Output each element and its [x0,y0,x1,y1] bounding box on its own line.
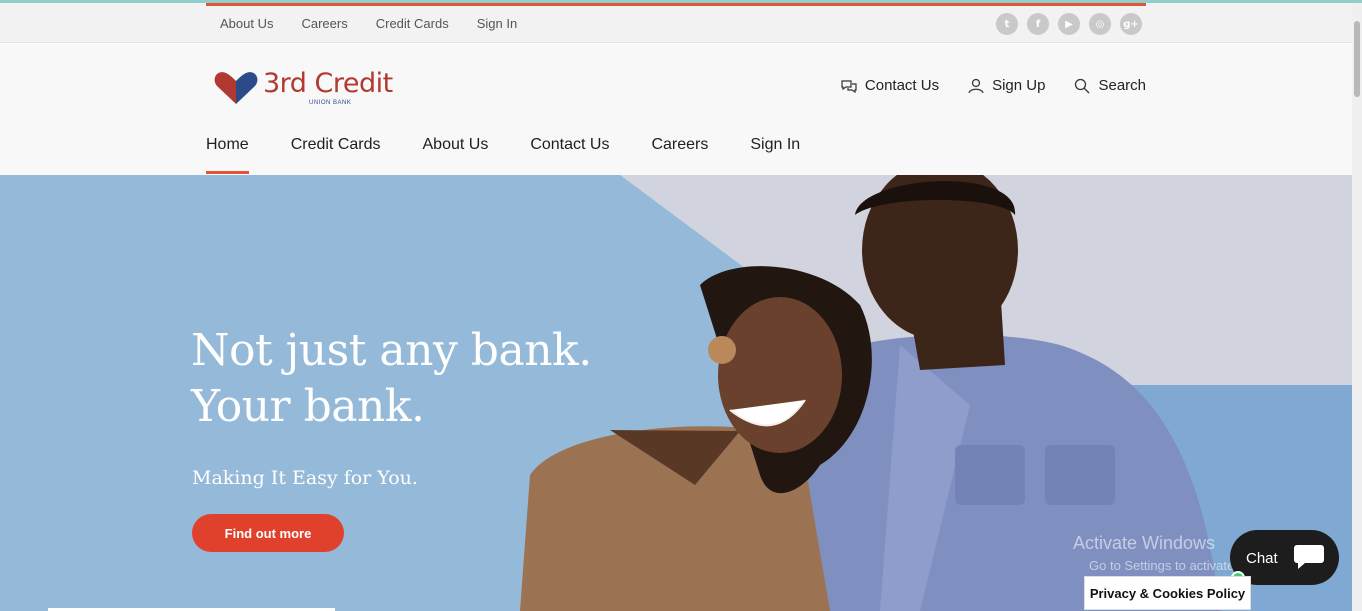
user-icon [968,78,984,93]
google-plus-icon[interactable]: g+ [1120,13,1142,35]
heart-logo-icon [214,72,258,104]
main-nav: Home Credit Cards About Us Contact Us Ca… [206,136,842,174]
activate-windows-title: Activate Windows [1073,533,1216,553]
find-out-more-button[interactable]: Find out more [192,514,344,552]
contact-us-action[interactable]: Contact Us [841,77,939,94]
nav-item-sign-in[interactable]: Sign In [750,136,800,174]
utility-links: About Us Careers Credit Cards Sign In [206,15,531,33]
utility-link-credit-cards[interactable]: Credit Cards [362,15,463,33]
contact-us-label: Contact Us [864,77,940,94]
logo-wordmark: 3rd Credit [263,68,393,99]
utility-bar: About Us Careers Credit Cards Sign In t … [0,3,1352,43]
utility-link-careers[interactable]: Careers [287,15,361,33]
search-action[interactable]: Search [1074,77,1146,94]
nav-item-credit-cards[interactable]: Credit Cards [291,136,381,174]
utility-link-sign-in[interactable]: Sign In [463,15,531,33]
instagram-icon[interactable]: ◎ [1089,13,1111,35]
chat-bubbles-icon [841,79,857,93]
page-scrollbar[interactable] [1352,3,1362,611]
facebook-icon[interactable]: f [1027,13,1049,35]
scrollbar-thumb[interactable] [1354,21,1360,97]
utility-link-about[interactable]: About Us [206,15,287,33]
nav-item-contact-us[interactable]: Contact Us [530,136,609,174]
header-actions: Contact Us Sign Up Search [841,77,1146,94]
logo-subtitle: UNION BANK [309,100,352,106]
utility-accent-line [206,3,1146,6]
privacy-cookies-button[interactable]: Privacy & Cookies Policy [1084,576,1251,610]
social-icons: t f ▶ ◎ g+ [996,13,1142,35]
site-header: 3rd Credit UNION BANK Contact Us Sign Up… [0,44,1352,175]
twitter-icon[interactable]: t [996,13,1018,35]
nav-item-home[interactable]: Home [206,136,249,174]
hero-title: Not just any bank. Your bank. [191,323,592,435]
chat-bubble-icon [1294,545,1324,569]
search-label: Search [1098,77,1146,94]
search-icon [1075,78,1090,93]
hero-title-line1: Not just any bank. [191,325,592,376]
youtube-icon[interactable]: ▶ [1058,13,1080,35]
nav-item-careers[interactable]: Careers [651,136,708,174]
sign-up-action[interactable]: Sign Up [968,77,1045,94]
nav-item-about-us[interactable]: About Us [423,136,489,174]
hero-subtitle: Making It Easy for You. [192,467,418,489]
hero-couple-photo [520,175,1220,611]
logo[interactable]: 3rd Credit UNION BANK [213,68,413,108]
sign-up-label: Sign Up [992,77,1046,94]
hero-title-line2: Your bank. [191,381,425,432]
chat-label: Chat [1246,550,1278,567]
